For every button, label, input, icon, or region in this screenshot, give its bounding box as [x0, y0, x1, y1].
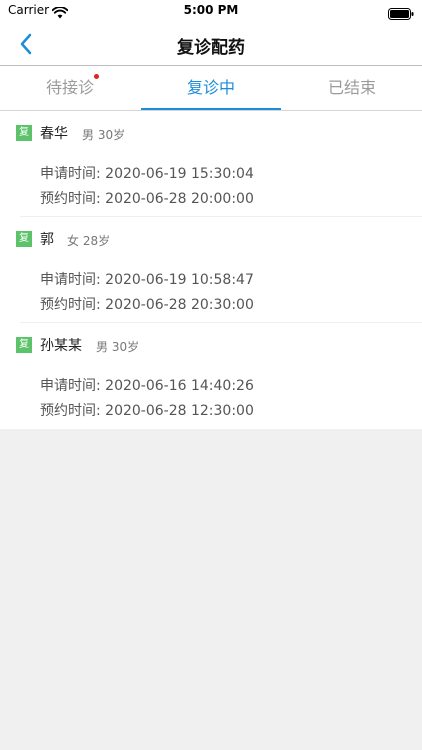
apply-time: 申请时间: 2020-06-19 15:30:04: [40, 166, 254, 182]
active-tab-indicator: [141, 108, 281, 110]
patient-name: 春华: [40, 126, 68, 142]
appointment-time: 预约时间: 2020-06-28 12:30:00: [40, 403, 254, 419]
notification-dot: [94, 74, 99, 79]
patient-card[interactable]: 复 孙某某 男 30岁 申请时间: 2020-06-16 14:40:26 预约…: [0, 323, 422, 429]
appointment-time: 预约时间: 2020-06-28 20:00:00: [40, 191, 254, 207]
tab-finished-label: 已结束: [327, 78, 376, 97]
tab-bar: 待接诊 复诊中 已结束: [0, 65, 422, 111]
tab-in-progress-label: 复诊中: [186, 78, 235, 97]
apply-time: 申请时间: 2020-06-19 10:58:47: [40, 272, 254, 288]
tab-pending-label: 待接诊: [45, 78, 94, 97]
status-bar: Carrier 5:00 PM: [0, 0, 422, 22]
patient-name: 郭: [40, 232, 54, 248]
page-title: 复诊配药: [177, 38, 245, 58]
patient-gender-age: 男 30岁: [96, 340, 140, 354]
patient-name: 孙某某: [40, 338, 82, 354]
clock: 5:00 PM: [183, 3, 239, 17]
patient-card[interactable]: 复 春华 男 30岁 申请时间: 2020-06-19 15:30:04 预约时…: [0, 111, 422, 217]
tab-finished[interactable]: 已结束: [282, 66, 422, 110]
patient-card[interactable]: 复 郭 女 28岁 申请时间: 2020-06-19 10:58:47 预约时间…: [0, 217, 422, 323]
screen: Carrier 5:00 PM 复诊配药 待接诊 复诊中 已结束 复 春华 男 …: [0, 0, 422, 750]
apply-time: 申请时间: 2020-06-16 14:40:26: [40, 378, 254, 394]
revisit-badge: 复: [16, 125, 32, 141]
navigation-bar: 复诊配药: [0, 22, 422, 65]
patient-list: 复 春华 男 30岁 申请时间: 2020-06-19 15:30:04 预约时…: [0, 111, 422, 429]
tab-in-progress[interactable]: 复诊中: [141, 66, 281, 110]
appointment-time: 预约时间: 2020-06-28 20:30:00: [40, 297, 254, 313]
revisit-badge: 复: [16, 231, 32, 247]
patient-gender-age: 女 28岁: [67, 234, 111, 248]
revisit-badge: 复: [16, 337, 32, 353]
tab-pending[interactable]: 待接诊: [0, 66, 140, 110]
patient-gender-age: 男 30岁: [82, 128, 126, 142]
